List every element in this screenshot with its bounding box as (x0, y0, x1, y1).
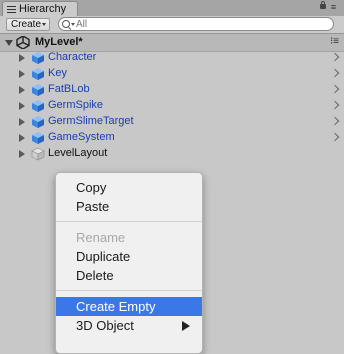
search-icon[interactable] (62, 20, 70, 28)
search-field[interactable] (58, 17, 334, 31)
prefab-cube-icon (32, 100, 44, 112)
tab-hierarchy[interactable]: Hierarchy (2, 1, 78, 16)
chevron-right-icon[interactable] (330, 52, 340, 62)
menu-item-paste[interactable]: Paste (56, 197, 202, 216)
prefab-cube-icon (32, 132, 44, 144)
hierarchy-item-label: Character (48, 51, 97, 63)
chevron-right-icon[interactable] (330, 84, 340, 94)
hierarchy-item-character[interactable]: Character (0, 50, 344, 66)
hierarchy-item-levellayout[interactable]: LevelLayout (0, 146, 344, 162)
hierarchy-item-label: Key (48, 67, 67, 79)
search-filter-caret-icon[interactable] (71, 23, 75, 26)
prefab-cube-icon (32, 84, 44, 96)
chevron-right-icon[interactable] (330, 100, 340, 110)
menu-separator (56, 221, 202, 222)
tab-hierarchy-label: Hierarchy (19, 3, 67, 15)
lock-icon[interactable] (320, 1, 326, 9)
foldout-arrow-icon[interactable] (19, 118, 25, 126)
foldout-arrow-icon[interactable] (19, 86, 25, 94)
hierarchy-item-germslimetarget[interactable]: GermSlimeTarget (0, 114, 344, 130)
chevron-right-icon[interactable] (330, 132, 340, 142)
prefab-cube-icon (32, 68, 44, 80)
foldout-arrow-icon[interactable] (19, 70, 25, 78)
scene-menu-icon[interactable]: ⁝≡ (330, 37, 339, 47)
scene-foldout-arrow-icon[interactable] (5, 40, 13, 46)
hierarchy-item-label: LevelLayout (48, 147, 108, 159)
submenu-arrow-icon (182, 321, 190, 331)
hierarchy-toolbar: Create (0, 16, 344, 34)
menu-item-rename[interactable]: Rename (56, 228, 202, 247)
unity-scene-icon (16, 36, 30, 49)
foldout-arrow-icon[interactable] (19, 150, 25, 158)
hierarchy-item-label: GermSpike (48, 99, 104, 111)
create-button-label: Create (11, 19, 42, 30)
create-dropdown-button[interactable]: Create (6, 18, 50, 31)
context-menu: Copy Paste Rename Duplicate Delete Creat… (55, 172, 203, 354)
scene-name: MyLevel* (35, 36, 83, 48)
prefab-cube-icon (32, 116, 44, 128)
menu-item-duplicate[interactable]: Duplicate (56, 247, 202, 266)
tab-strip: Hierarchy ≡ (0, 0, 344, 17)
foldout-arrow-icon[interactable] (19, 54, 25, 62)
hierarchy-item-key[interactable]: Key (0, 66, 344, 82)
hierarchy-item-label: GameSystem (48, 131, 115, 143)
caret-down-icon (42, 23, 46, 26)
hierarchy-item-gamesystem[interactable]: GameSystem (0, 130, 344, 146)
tab-menu-icon[interactable]: ≡ (329, 2, 338, 12)
prefab-cube-icon (32, 52, 44, 64)
hierarchy-item-label: FatBLob (48, 83, 90, 95)
menu-separator (56, 290, 202, 291)
search-input[interactable] (76, 18, 326, 30)
foldout-arrow-icon[interactable] (19, 102, 25, 110)
chevron-right-icon[interactable] (330, 68, 340, 78)
hierarchy-item-germspike[interactable]: GermSpike (0, 98, 344, 114)
menu-item-create-empty[interactable]: Create Empty (56, 297, 202, 316)
gameobject-cube-icon (31, 147, 45, 161)
foldout-arrow-icon[interactable] (19, 134, 25, 142)
hierarchy-item-fatblob[interactable]: FatBLob (0, 82, 344, 98)
hierarchy-item-label: GermSlimeTarget (48, 115, 134, 127)
menu-item-delete[interactable]: Delete (56, 266, 202, 285)
chevron-right-icon[interactable] (330, 116, 340, 126)
menu-item-copy[interactable]: Copy (56, 178, 202, 197)
hierarchy-list-icon (7, 5, 16, 13)
menu-item-3d-object[interactable]: 3D Object (56, 316, 202, 335)
menu-item-3d-object-label: 3D Object (76, 318, 134, 333)
